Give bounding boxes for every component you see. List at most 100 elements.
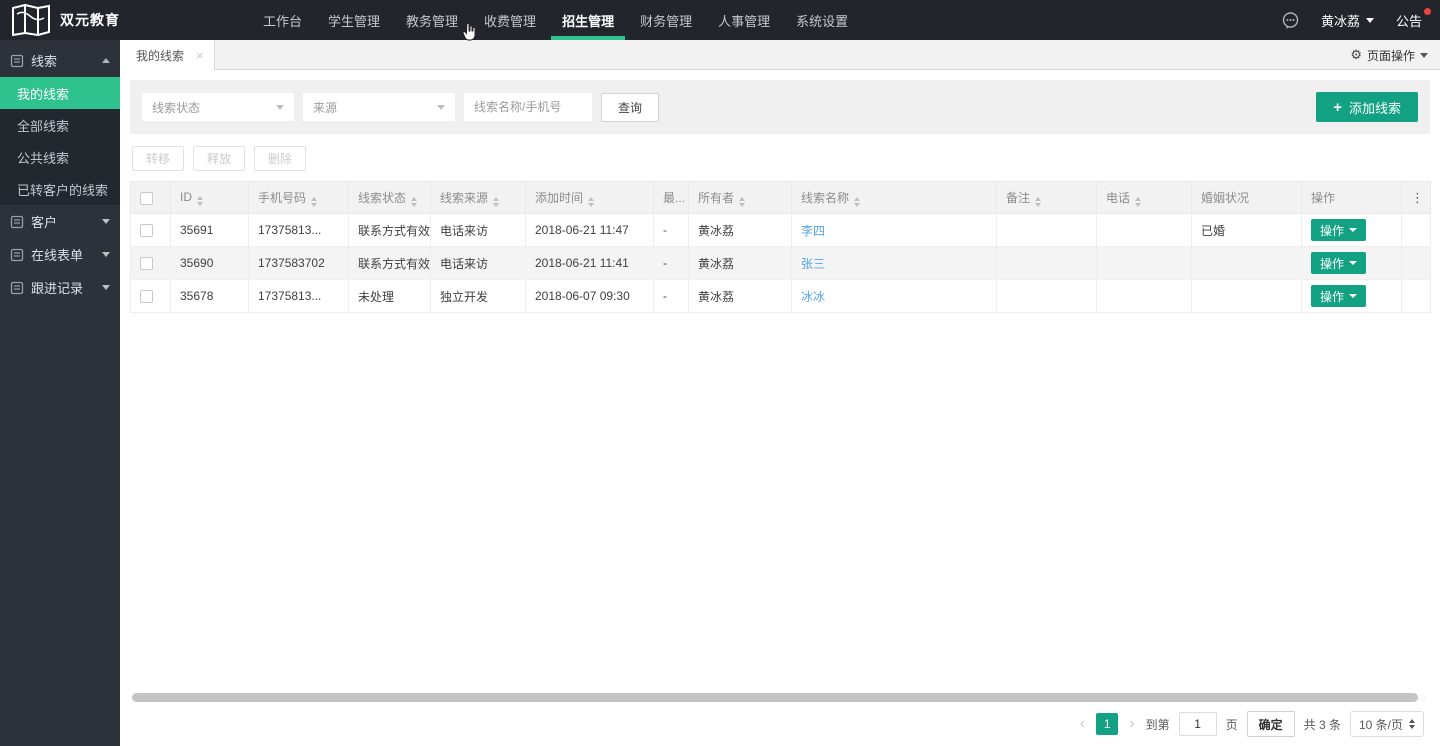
nav-item[interactable]: 学生管理 xyxy=(315,0,393,40)
sort-icon[interactable] xyxy=(1035,197,1041,207)
tab-bar: 我的线索 × ⚙ 页面操作 xyxy=(120,40,1440,70)
cell-phone: 1737583702 xyxy=(249,247,349,280)
sort-icon[interactable] xyxy=(588,197,594,207)
scrollbar-thumb[interactable] xyxy=(132,693,1418,702)
sidebar-item[interactable]: 已转客户的线索 xyxy=(0,173,120,205)
table-row: 3569117375813...联系方式有效电话来访2018-06-21 11:… xyxy=(131,214,1431,247)
chevron-down-icon xyxy=(102,219,110,224)
column-header[interactable]: 备注 xyxy=(997,182,1097,214)
column-header[interactable]: 线索来源 xyxy=(431,182,526,214)
nav-item[interactable]: 教务管理 xyxy=(393,0,471,40)
prev-page-icon[interactable]: ‹ xyxy=(1078,716,1087,732)
sidebar-group-label: 客户 xyxy=(31,212,95,231)
cell-action: 操作 xyxy=(1302,280,1402,313)
source-select[interactable]: 来源 xyxy=(303,93,455,121)
lead-name-link[interactable]: 张三 xyxy=(801,257,825,271)
select-all-checkbox[interactable] xyxy=(140,192,153,205)
sidebar-group[interactable]: 在线表单 xyxy=(0,238,120,271)
sidebar-group[interactable]: 线索 xyxy=(0,44,120,77)
cell-status: 联系方式有效 xyxy=(349,247,431,280)
cell-remark xyxy=(997,280,1097,313)
keyword-input[interactable] xyxy=(464,93,592,121)
row-checkbox-cell xyxy=(131,280,171,313)
column-header[interactable]: 所有者 xyxy=(689,182,792,214)
nav-item[interactable]: 招生管理 xyxy=(549,0,627,40)
notification-dot xyxy=(1424,8,1431,15)
user-menu[interactable]: 黄冰荔 xyxy=(1321,11,1374,30)
sidebar-item[interactable]: 公共线索 xyxy=(0,141,120,173)
sort-icon[interactable] xyxy=(311,197,317,207)
column-header[interactable]: 线索状态 xyxy=(349,182,431,214)
sort-icon[interactable] xyxy=(493,197,499,207)
row-action-button[interactable]: 操作 xyxy=(1311,219,1366,241)
form-icon xyxy=(10,215,24,229)
sidebar-item[interactable]: 全部线索 xyxy=(0,109,120,141)
page-1-button[interactable]: 1 xyxy=(1096,713,1118,735)
row-checkbox-cell xyxy=(131,247,171,280)
user-name: 黄冰荔 xyxy=(1321,11,1360,30)
nav-item[interactable]: 收费管理 xyxy=(471,0,549,40)
page-actions-button[interactable]: ⚙ 页面操作 xyxy=(1350,40,1428,70)
row-checkbox[interactable] xyxy=(140,224,153,237)
nav-item[interactable]: 人事管理 xyxy=(705,0,783,40)
row-checkbox[interactable] xyxy=(140,257,153,270)
chevron-up-icon xyxy=(102,58,110,63)
nav-item[interactable]: 工作台 xyxy=(250,0,315,40)
lead-status-select[interactable]: 线索状态 xyxy=(142,93,294,121)
gear-icon: ⚙ xyxy=(1350,47,1362,63)
sort-icon[interactable] xyxy=(197,196,203,206)
nav-item[interactable]: 财务管理 xyxy=(627,0,705,40)
sort-icon[interactable] xyxy=(739,197,745,207)
column-header[interactable]: ID xyxy=(171,182,249,214)
chevron-down-icon xyxy=(1349,294,1357,298)
tab-my-leads[interactable]: 我的线索 × xyxy=(120,40,215,70)
notice-link[interactable]: 公告 xyxy=(1396,11,1422,30)
add-lead-button[interactable]: + 添加线索 xyxy=(1316,92,1418,122)
message-icon[interactable] xyxy=(1282,12,1299,29)
cell-tel xyxy=(1097,247,1192,280)
column-header[interactable]: 电话 xyxy=(1097,182,1192,214)
page-size-select[interactable]: 10 条/页 xyxy=(1350,711,1424,737)
close-icon[interactable]: × xyxy=(196,48,204,63)
lead-name-link[interactable]: 冰冰 xyxy=(801,290,825,304)
sidebar-group[interactable]: 跟进记录 xyxy=(0,271,120,304)
row-action-button[interactable]: 操作 xyxy=(1311,285,1366,307)
bulk-action-button[interactable]: 转移 xyxy=(132,146,184,171)
cell-owner: 黄冰荔 xyxy=(689,247,792,280)
cell-remark xyxy=(997,247,1097,280)
plus-icon: + xyxy=(1333,100,1342,115)
column-header: 操作 xyxy=(1302,182,1402,214)
cell-phone: 17375813... xyxy=(249,214,349,247)
goto-page-input[interactable] xyxy=(1179,712,1217,736)
sidebar-group[interactable]: 客户 xyxy=(0,205,120,238)
column-settings-icon[interactable]: ⋮ xyxy=(1411,190,1421,206)
bulk-action-button[interactable]: 删除 xyxy=(254,146,306,171)
sidebar-item[interactable]: 我的线索 xyxy=(0,77,120,109)
cell-latest: - xyxy=(654,247,689,280)
page-word: 页 xyxy=(1226,716,1238,733)
cell-latest: - xyxy=(654,280,689,313)
confirm-button[interactable]: 确定 xyxy=(1247,711,1295,737)
cell-settings-spacer xyxy=(1402,280,1431,313)
row-action-button[interactable]: 操作 xyxy=(1311,252,1366,274)
cell-added_time: 2018-06-07 09:30 xyxy=(526,280,654,313)
search-button[interactable]: 查询 xyxy=(601,93,659,122)
form-icon xyxy=(10,281,24,295)
column-header[interactable]: 添加时间 xyxy=(526,182,654,214)
sort-icon[interactable] xyxy=(1135,197,1141,207)
next-page-icon[interactable]: › xyxy=(1127,716,1136,732)
form-icon xyxy=(10,248,24,262)
pagination: ‹ 1 › 到第 页 确定 共 3 条 10 条/页 xyxy=(1078,711,1424,737)
column-header[interactable]: 手机号码 xyxy=(249,182,349,214)
sort-icon[interactable] xyxy=(411,197,417,207)
cell-id: 35690 xyxy=(171,247,249,280)
row-checkbox[interactable] xyxy=(140,290,153,303)
column-settings-cell: ⋮ xyxy=(1402,182,1431,214)
bulk-action-button[interactable]: 释放 xyxy=(193,146,245,171)
lead-name-link[interactable]: 李四 xyxy=(801,224,825,238)
sort-icon[interactable] xyxy=(854,197,860,207)
nav-item[interactable]: 系统设置 xyxy=(783,0,861,40)
cell-lead-name: 张三 xyxy=(792,247,997,280)
column-header[interactable]: 线索名称 xyxy=(792,182,997,214)
horizontal-scrollbar[interactable] xyxy=(130,693,1426,702)
